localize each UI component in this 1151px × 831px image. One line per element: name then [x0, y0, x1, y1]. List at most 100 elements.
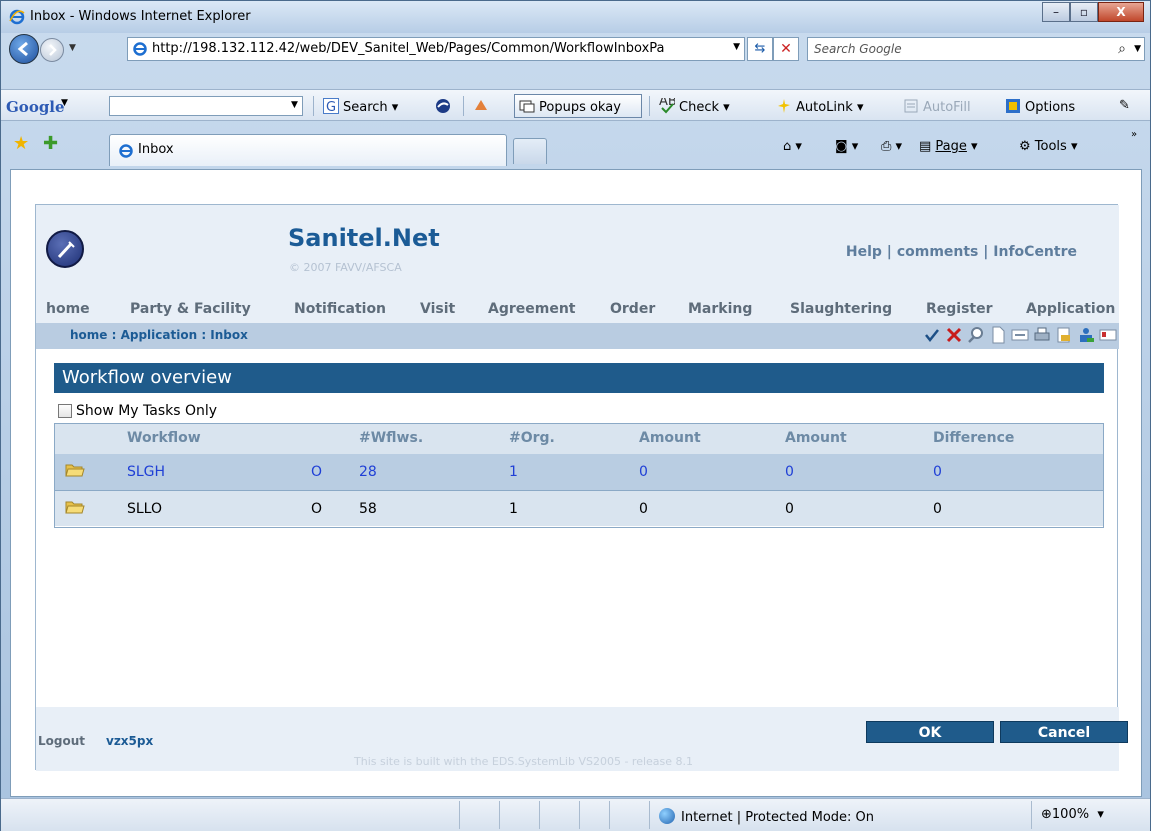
toolbar-overflow-icon[interactable]: » — [1131, 129, 1137, 140]
cell-workflow[interactable]: SLGH — [127, 464, 165, 480]
tab-ie-icon — [119, 144, 133, 158]
breadcrumb-home[interactable]: home — [70, 328, 107, 342]
feeds-icon[interactable]: ◙ ▾ — [835, 139, 858, 154]
table-row[interactable]: SLGH O 28 1 0 0 0 — [55, 454, 1103, 490]
options-button[interactable]: Options — [1005, 98, 1075, 115]
tools-menu[interactable]: ⚙ Tools ▾ — [1019, 139, 1078, 154]
search-icon[interactable]: ⌕ — [1118, 41, 1126, 57]
show-my-tasks-label[interactable]: Show My Tasks Only — [76, 403, 217, 419]
menu-item-application[interactable]: Application — [1026, 301, 1115, 317]
forward-button[interactable] — [40, 38, 64, 62]
print-icon[interactable]: ⎙ ▾ — [881, 139, 902, 154]
cell-amount-2[interactable]: 0 — [785, 464, 794, 480]
svg-text:ABC: ABC — [659, 98, 675, 109]
search-dropdown-icon[interactable]: ▼ — [1134, 44, 1141, 54]
menu-item-marking[interactable]: Marking — [688, 301, 752, 317]
back-button[interactable] — [9, 34, 39, 64]
comments-link[interactable]: comments — [897, 244, 979, 260]
id-card-icon[interactable] — [1099, 326, 1117, 344]
menu-item-register[interactable]: Register — [926, 301, 993, 317]
close-button[interactable]: X — [1098, 2, 1144, 22]
add-favorite-icon[interactable]: ✚ — [43, 133, 63, 154]
spell-check-button[interactable]: ABCCheck ▾ — [659, 98, 730, 115]
username-link[interactable]: vzx5px — [106, 734, 153, 748]
pencil-icon[interactable]: ✎ — [1119, 98, 1130, 113]
table-row[interactable]: SLLO O 58 1 0 0 0 — [55, 490, 1103, 526]
column-header-amount-1[interactable]: Amount — [639, 430, 701, 446]
stop-button[interactable]: ✕ — [773, 37, 799, 61]
pagerank-icon[interactable] — [435, 98, 455, 115]
security-zone[interactable]: Internet | Protected Mode: On — [659, 808, 874, 825]
zoom-control[interactable]: ⊕100% ▾ — [1041, 807, 1104, 822]
navigation-bar: ▼ http://198.132.112.42/web/DEV_Sanitel_… — [1, 33, 1150, 64]
autolink-button[interactable]: AutoLink ▾ — [776, 98, 863, 115]
google-logo[interactable]: Google — [6, 98, 65, 116]
tab-inbox[interactable]: Inbox — [109, 134, 507, 166]
built-with-text: This site is built with the EDS.SystemLi… — [354, 755, 694, 768]
google-search-dropdown-icon[interactable]: ▼ — [291, 100, 298, 110]
browser-window: Inbox - Windows Internet Explorer – ▫ X … — [0, 0, 1151, 831]
search-input[interactable]: Search Google ⌕ ▼ — [807, 37, 1145, 61]
help-link[interactable]: Help — [846, 244, 882, 260]
menu-item-notification[interactable]: Notification — [294, 301, 386, 317]
column-header-workflow[interactable]: Workflow — [127, 430, 201, 446]
show-my-tasks-row: Show My Tasks Only — [58, 401, 217, 421]
autofill-icon — [904, 99, 918, 113]
menu-item-party-facility[interactable]: Party & Facility — [130, 301, 251, 317]
menu-item-order[interactable]: Order — [610, 301, 655, 317]
grid-header: Workflow #Wflws. #Org. Amount Amount Dif… — [55, 424, 1103, 454]
autofill-button[interactable]: AutoFill — [903, 98, 971, 115]
cell-difference: 0 — [933, 501, 942, 517]
form-icon[interactable] — [1011, 326, 1029, 344]
breadcrumb-application[interactable]: Application — [121, 328, 198, 342]
google-toolbar: Google ▼ ▼ GSearch ▾ Popups okay ABCChec… — [1, 89, 1150, 121]
cell-org[interactable]: 1 — [509, 464, 518, 480]
export-document-icon[interactable] — [1055, 326, 1073, 344]
folder-open-icon[interactable] — [65, 462, 85, 478]
recent-pages-dropdown-icon[interactable]: ▼ — [69, 43, 76, 53]
title-bar: Inbox - Windows Internet Explorer – ▫ X — [1, 1, 1150, 33]
ok-button[interactable]: OK — [866, 721, 994, 743]
menu-item-visit[interactable]: Visit — [420, 301, 455, 317]
menu-item-agreement[interactable]: Agreement — [488, 301, 576, 317]
cell-difference[interactable]: 0 — [933, 464, 942, 480]
maximize-button[interactable]: ▫ — [1070, 2, 1098, 22]
column-header-amount-2[interactable]: Amount — [785, 430, 847, 446]
cell-amount-1[interactable]: 0 — [639, 464, 648, 480]
menu-item-slaughtering[interactable]: Slaughtering — [790, 301, 892, 317]
address-bar[interactable]: http://198.132.112.42/web/DEV_Sanitel_We… — [127, 37, 745, 61]
google-search-button[interactable]: G Search ▾ — [323, 98, 398, 115]
logout-link[interactable]: Logout — [38, 734, 85, 748]
magnifier-icon[interactable] — [967, 326, 985, 344]
status-bar: Internet | Protected Mode: On ⊕100% ▾ — [1, 798, 1150, 831]
new-document-icon[interactable] — [989, 326, 1007, 344]
column-header-wflws[interactable]: #Wflws. — [359, 430, 423, 446]
cell-flag: O — [311, 464, 323, 480]
refresh-button[interactable]: ⇆ — [747, 37, 773, 61]
column-header-org[interactable]: #Org. — [509, 430, 555, 446]
address-url: http://198.132.112.42/web/DEV_Sanitel_We… — [152, 41, 665, 56]
check-icon[interactable] — [923, 326, 941, 344]
cell-wflws[interactable]: 28 — [359, 464, 377, 480]
page-menu[interactable]: ▤ Page ▾ — [919, 139, 978, 154]
menu-item-home[interactable]: home — [46, 301, 90, 317]
infocentre-link[interactable]: InfoCentre — [993, 244, 1077, 260]
folder-open-icon[interactable] — [65, 499, 85, 515]
popups-okay-button[interactable]: Popups okay — [514, 94, 642, 118]
bookmark-icon[interactable] — [473, 98, 493, 115]
column-header-difference[interactable]: Difference — [933, 430, 1014, 446]
cancel-x-icon[interactable] — [945, 326, 963, 344]
minimize-button[interactable]: – — [1042, 2, 1070, 22]
cancel-button[interactable]: Cancel — [1000, 721, 1128, 743]
users-icon[interactable] — [1077, 326, 1095, 344]
show-my-tasks-checkbox[interactable] — [58, 404, 72, 418]
favorites-star-icon[interactable]: ★ — [13, 133, 33, 154]
new-tab-button[interactable] — [513, 138, 547, 164]
printer-icon[interactable] — [1033, 326, 1051, 344]
home-icon[interactable]: ⌂ ▾ — [783, 139, 802, 154]
google-menu-dropdown-icon[interactable]: ▼ — [61, 98, 68, 108]
google-search-input[interactable] — [109, 96, 303, 116]
sanitel-app: Sanitel.Net © 2007 FAVV/AFSCA Help | com… — [35, 204, 1128, 771]
address-dropdown-icon[interactable]: ▼ — [733, 42, 740, 52]
action-toolbar — [923, 326, 1117, 344]
